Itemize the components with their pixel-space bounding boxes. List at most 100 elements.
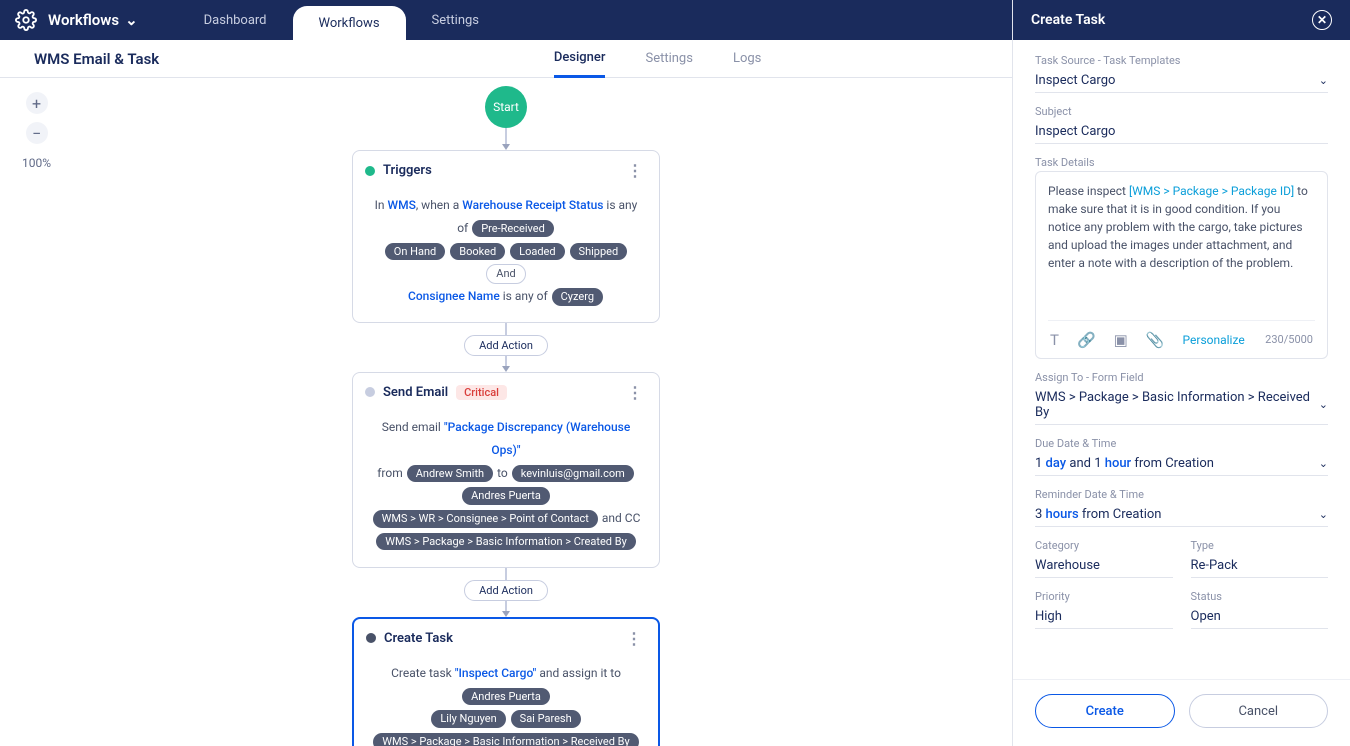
field-value: Open — [1191, 609, 1221, 624]
field-label: Subject — [1035, 105, 1328, 118]
subtab-designer[interactable]: Designer — [554, 40, 606, 78]
chip-to: kevinluis@gmail.com — [512, 465, 634, 482]
attachment-icon[interactable]: 📎 — [1146, 329, 1165, 352]
card-body: Send email "Package Discrepancy (Warehou… — [353, 412, 659, 567]
link-consignee: Consignee Name — [408, 289, 500, 303]
card-title: Triggers — [383, 163, 432, 178]
double-chevron-down-icon[interactable]: ⌄ — [1319, 457, 1328, 470]
add-action-button[interactable]: Add Action — [464, 335, 548, 356]
details-toolbar: T 🔗 ▣ 📎 Personalize 230/5000 — [1048, 320, 1315, 352]
field-label: Due Date & Time — [1035, 437, 1328, 450]
chip-status: Loaded — [510, 243, 564, 260]
cancel-button[interactable]: Cancel — [1189, 694, 1329, 728]
personalize-link[interactable]: Personalize — [1183, 331, 1245, 349]
nav-tab-dashboard[interactable]: Dashboard — [178, 0, 293, 40]
field-due-date[interactable]: Due Date & Time 1 day and 1 hour from Cr… — [1035, 437, 1328, 476]
brand-label: Workflows — [48, 11, 119, 29]
gear-icon — [14, 8, 38, 32]
field-reminder-date[interactable]: Reminder Date & Time 3 hours from Creati… — [1035, 488, 1328, 527]
status-dot-icon — [365, 387, 375, 397]
critical-badge: Critical — [456, 385, 507, 400]
field-value: Warehouse — [1035, 558, 1100, 573]
email-template-link: "Package Discrepancy (Warehouse Ops)" — [444, 420, 630, 457]
create-task-panel: Create Task ✕ Task Source - Task Templat… — [1012, 0, 1350, 746]
field-label: Reminder Date & Time — [1035, 488, 1328, 501]
field-task-source[interactable]: Task Source - Task Templates Inspect Car… — [1035, 54, 1328, 93]
card-create-task[interactable]: Create Task ⋮ Create task "Inspect Cargo… — [352, 617, 660, 746]
field-value: Re-Pack — [1191, 558, 1238, 573]
subtab-logs[interactable]: Logs — [733, 41, 761, 76]
chip-cc2: WMS > Package > Basic Information > Crea… — [376, 533, 636, 550]
chip-path: WMS > Package > Basic Information > Rece… — [373, 733, 639, 746]
chip-status: Pre-Received — [472, 220, 554, 237]
card-body: Create task "Inspect Cargo" and assign i… — [354, 658, 658, 746]
subtab-settings[interactable]: Settings — [645, 41, 692, 76]
field-value: High — [1035, 609, 1062, 624]
field-label: Priority — [1035, 590, 1173, 603]
chip-assignee: Andres Puerta — [462, 688, 550, 705]
field-label: Type — [1191, 539, 1329, 552]
field-type[interactable]: Type Re-Pack — [1191, 539, 1329, 578]
canvas[interactable]: + − 100% Start Triggers ⋮ In WMS, when a… — [0, 78, 1012, 746]
nav-tab-workflows[interactable]: Workflows — [293, 6, 406, 40]
panel-title: Create Task — [1031, 12, 1105, 28]
task-name-link: "Inspect Cargo" — [455, 666, 537, 680]
card-triggers[interactable]: Triggers ⋮ In WMS, when a Warehouse Rece… — [352, 150, 660, 323]
link-icon[interactable]: 🔗 — [1077, 329, 1096, 352]
status-dot-icon — [366, 633, 376, 643]
token-package-id: [WMS > Package > Package ID] — [1129, 184, 1294, 198]
field-label: Category — [1035, 539, 1173, 552]
panel-header: Create Task ✕ — [1013, 0, 1350, 40]
field-subject[interactable]: Subject Inspect Cargo — [1035, 105, 1328, 144]
nav-tab-settings[interactable]: Settings — [406, 0, 505, 40]
field-category[interactable]: Category Warehouse — [1035, 539, 1173, 578]
field-status[interactable]: Status Open — [1191, 590, 1329, 629]
double-chevron-down-icon[interactable]: ⌄ — [1319, 508, 1328, 521]
app-brand[interactable]: Workflows ⌄ — [48, 11, 138, 29]
subtabs: Designer Settings Logs — [554, 40, 762, 78]
card-title: Create Task — [384, 631, 453, 646]
field-assign-to[interactable]: Assign To - Form Field WMS > Package > B… — [1035, 371, 1328, 425]
field-priority[interactable]: Priority High — [1035, 590, 1173, 629]
status-dot-icon — [365, 166, 375, 176]
zoom-out-button[interactable]: − — [26, 122, 48, 144]
chip-and: And — [486, 264, 525, 283]
double-chevron-down-icon[interactable]: ⌄ — [1319, 398, 1328, 411]
chip-consignee: Cyzerg — [552, 288, 603, 305]
link-field: Warehouse Receipt Status — [462, 198, 603, 212]
chip-to: Andres Puerta — [462, 487, 550, 504]
chip-assignee: Lily Nguyen — [431, 710, 505, 727]
card-body: In WMS, when a Warehouse Receipt Status … — [353, 190, 659, 322]
zoom-controls: + − 100% — [22, 92, 51, 170]
chip-status: On Hand — [385, 243, 445, 260]
page-title: WMS Email & Task — [34, 50, 159, 68]
field-value: Inspect Cargo — [1035, 73, 1115, 88]
text-format-icon[interactable]: T — [1050, 329, 1059, 352]
double-chevron-down-icon[interactable]: ⌄ — [1319, 74, 1328, 87]
kebab-icon[interactable]: ⋮ — [623, 161, 647, 180]
add-action-button[interactable]: Add Action — [464, 580, 548, 601]
field-label: Task Details — [1035, 156, 1328, 169]
image-icon[interactable]: ▣ — [1114, 329, 1128, 352]
close-icon[interactable]: ✕ — [1312, 10, 1332, 30]
nav-tabs: Dashboard Workflows Settings — [178, 0, 505, 40]
card-send-email[interactable]: Send Email Critical ⋮ Send email "Packag… — [352, 372, 660, 568]
field-value: Inspect Cargo — [1035, 124, 1115, 139]
field-label: Assign To - Form Field — [1035, 371, 1328, 384]
chip-assignee: Sai Paresh — [511, 710, 581, 727]
start-node[interactable]: Start — [485, 86, 527, 128]
details-textarea[interactable]: Please inspect [WMS > Package > Package … — [1035, 171, 1328, 359]
flow-column: Start Triggers ⋮ In WMS, when a Warehous… — [352, 86, 660, 746]
field-label: Status — [1191, 590, 1329, 603]
char-count: 230/5000 — [1265, 332, 1313, 349]
kebab-icon[interactable]: ⋮ — [622, 629, 646, 648]
card-title: Send Email — [383, 385, 448, 400]
zoom-in-button[interactable]: + — [26, 92, 48, 114]
kebab-icon[interactable]: ⋮ — [623, 383, 647, 402]
chip-status: Shipped — [570, 243, 628, 260]
chip-cc: WMS > WR > Consignee > Point of Contact — [373, 510, 598, 527]
link-wms: WMS — [388, 198, 416, 212]
field-task-details: Task Details Please inspect [WMS > Packa… — [1035, 156, 1328, 359]
create-button[interactable]: Create — [1035, 694, 1175, 728]
zoom-level: 100% — [22, 156, 51, 170]
